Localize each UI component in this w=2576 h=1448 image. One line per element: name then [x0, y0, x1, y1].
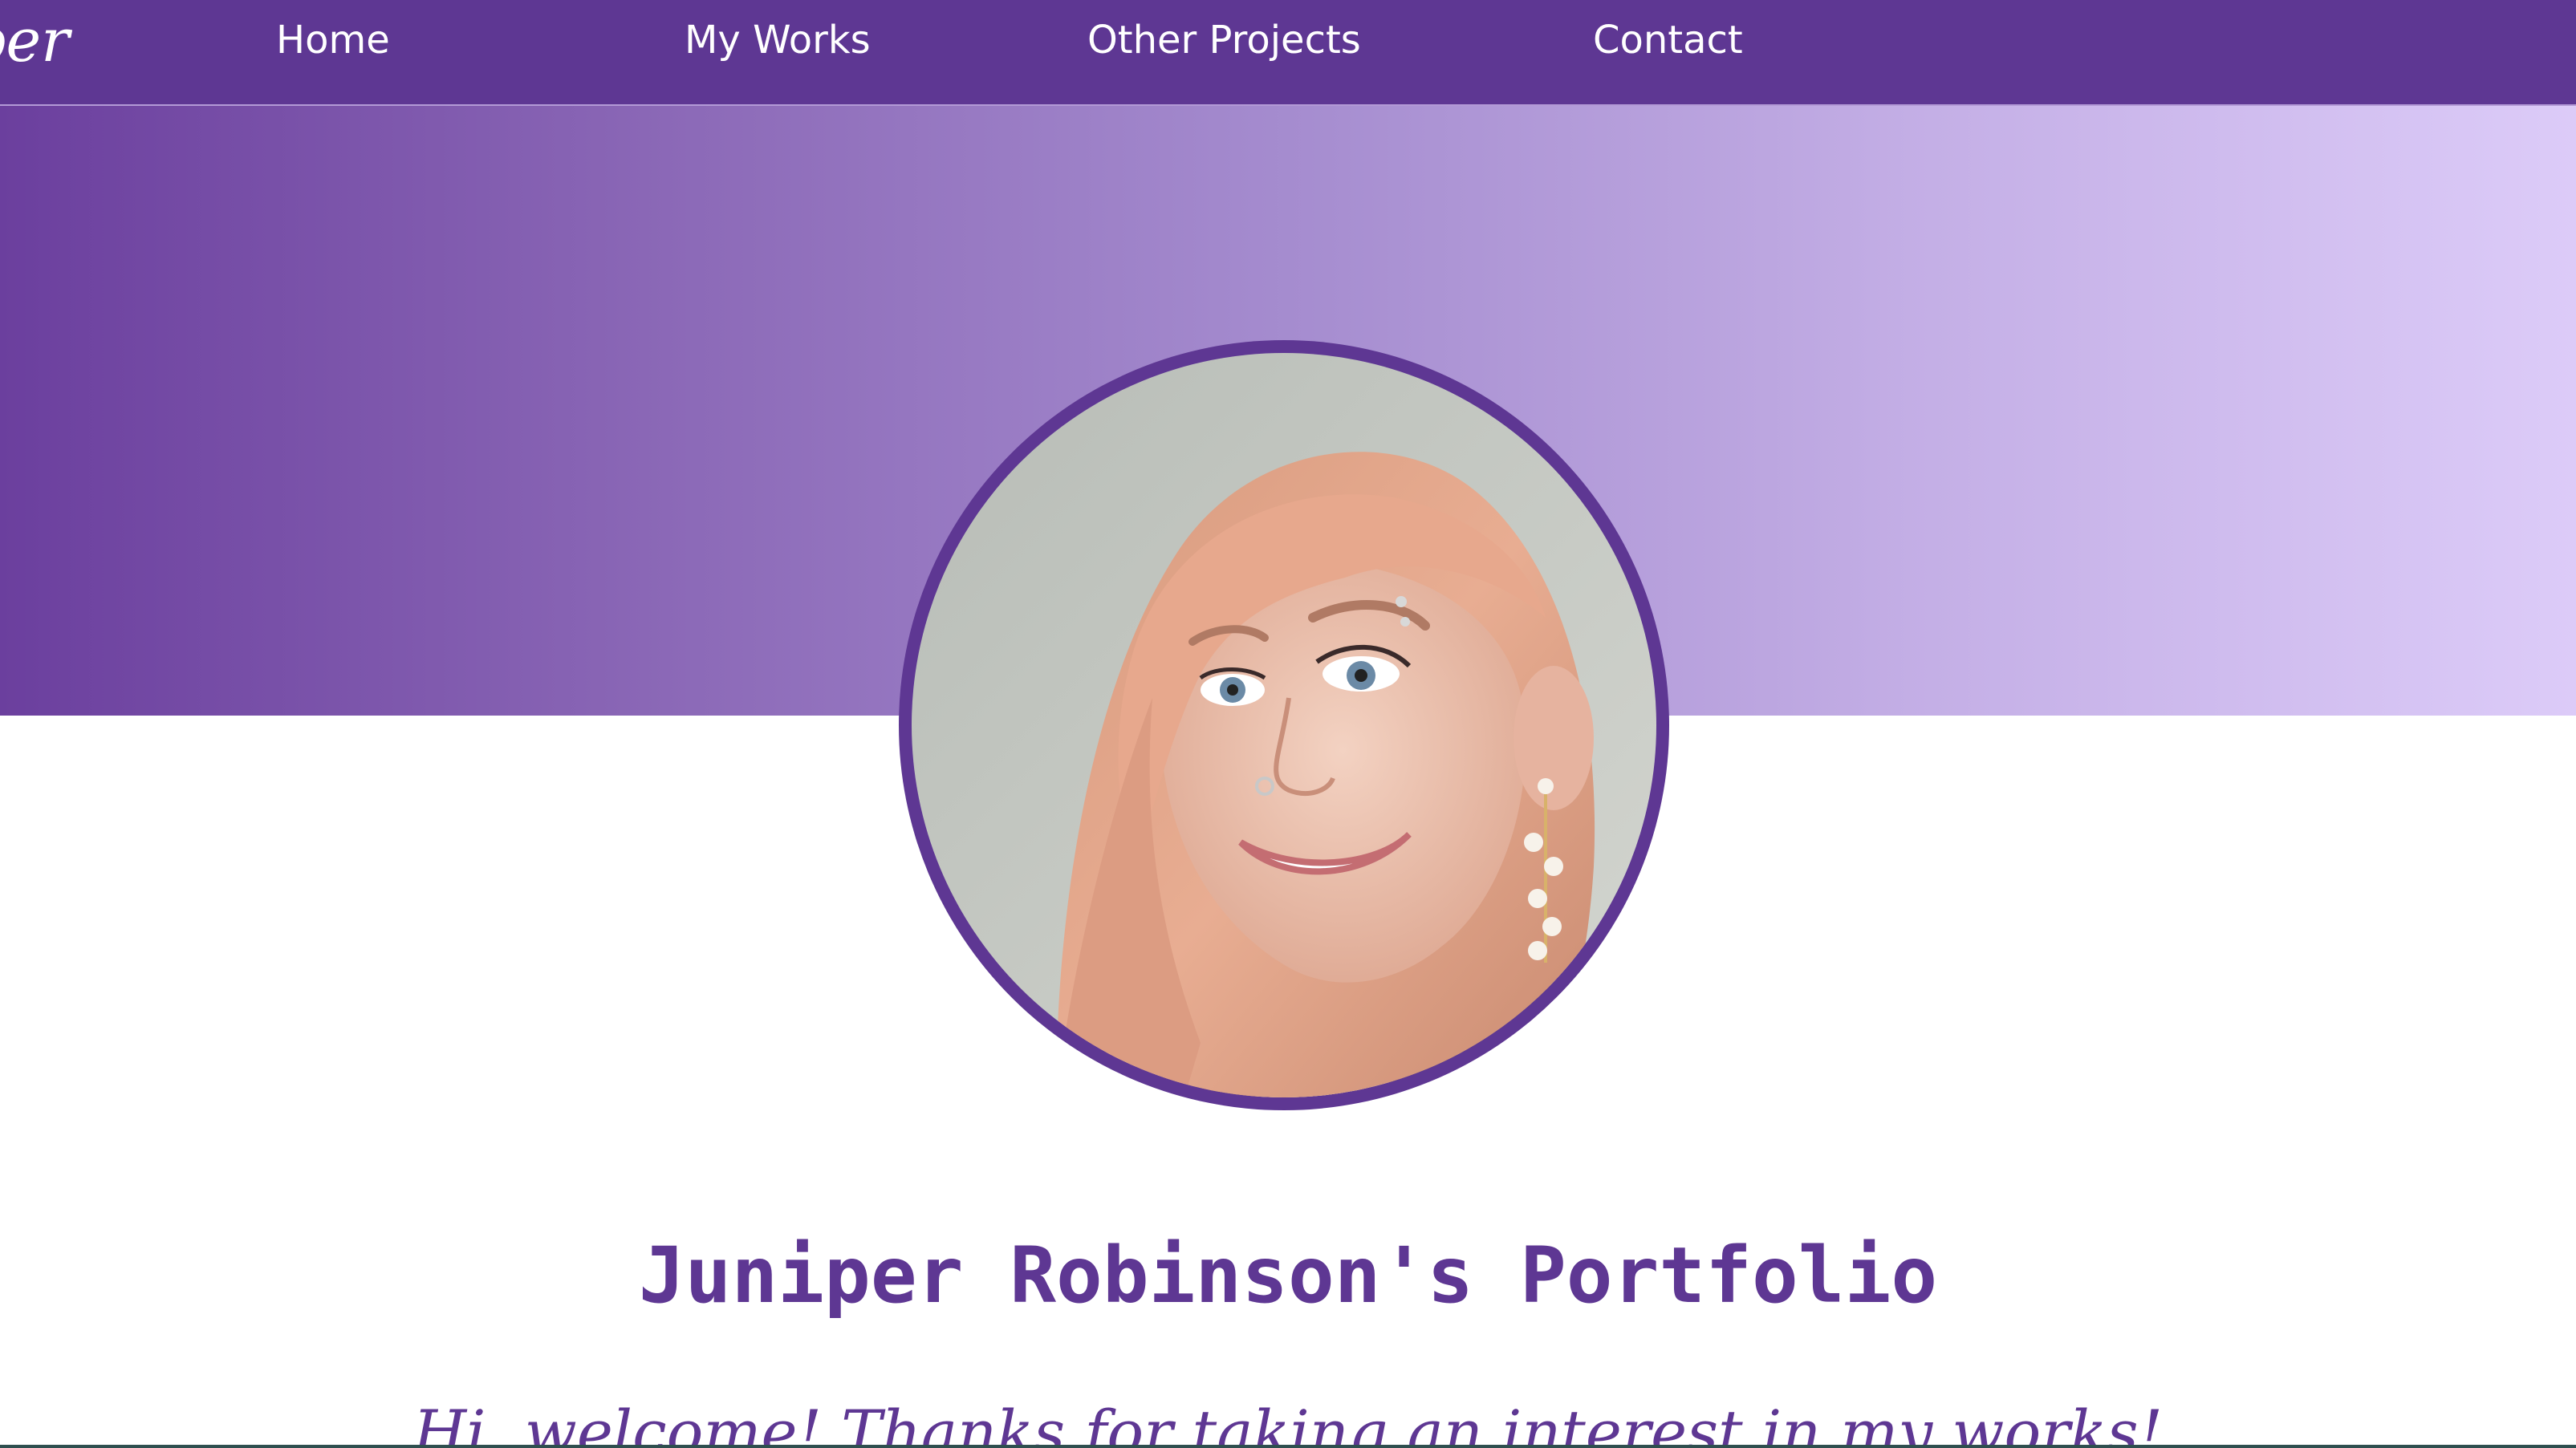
page: per Home My Works Other Projects Contact — [0, 0, 2576, 1448]
welcome-message: Hi, welcome! Thanks for taking an intere… — [412, 1397, 2164, 1448]
nav-home[interactable]: Home — [276, 18, 390, 63]
nav-contact[interactable]: Contact — [1593, 18, 1743, 63]
brand-logo[interactable]: per — [0, 6, 70, 75]
profile-photo — [912, 353, 1656, 1097]
portrait-illustration — [912, 353, 1656, 1097]
page-title: Juniper Robinson's Portfolio — [638, 1231, 1938, 1321]
profile-photo-frame — [899, 340, 1669, 1110]
top-navbar: per Home My Works Other Projects Contact — [0, 0, 2576, 106]
nav-my-works[interactable]: My Works — [685, 18, 871, 63]
nav-other-projects[interactable]: Other Projects — [1087, 18, 1361, 63]
section-divider — [0, 1445, 2576, 1448]
